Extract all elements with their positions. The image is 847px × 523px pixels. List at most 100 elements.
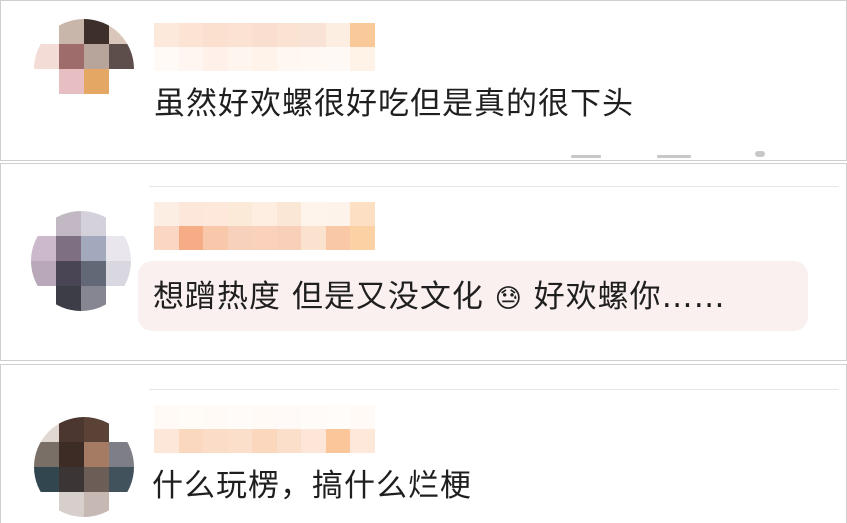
username-pixel [350, 23, 375, 47]
username-pixel [301, 23, 326, 47]
avatar-pixel [109, 19, 134, 44]
username-pixel [203, 23, 228, 47]
username-pixel [227, 429, 252, 453]
avatar-pixel [109, 417, 134, 442]
username-pixel [350, 47, 375, 71]
username-pixel [350, 405, 375, 429]
username-pixel [301, 202, 326, 226]
username-pixel [276, 429, 301, 453]
avatar-pixel [34, 94, 59, 119]
username-pixel [178, 405, 203, 429]
username-pixel [154, 405, 179, 429]
avatar-pixel [59, 442, 84, 467]
username-pixel [252, 202, 277, 226]
avatar-pixel [31, 236, 56, 261]
username-pixel [178, 226, 203, 250]
comment-text: 想蹭热度 但是又没文化 😓 好欢螺你…… [153, 277, 726, 319]
username-pixel [154, 47, 179, 71]
username-pixel [252, 47, 277, 71]
username-pixel [178, 202, 203, 226]
comment-text-tail: 好欢螺你…… [533, 279, 726, 315]
avatar[interactable] [31, 211, 131, 311]
username-pixel [301, 405, 326, 429]
avatar-pixel [106, 286, 131, 311]
username-pixel [154, 202, 179, 226]
avatar[interactable] [34, 417, 134, 517]
avatar-pixel [109, 442, 134, 467]
avatar-pixel [34, 19, 59, 44]
avatar-pixel [109, 69, 134, 94]
username-pixel [227, 202, 252, 226]
username-pixel [252, 226, 277, 250]
reply-icon[interactable] [571, 155, 601, 158]
avatar-pixel [59, 94, 84, 119]
avatar-pixel [81, 236, 106, 261]
username-pixel [350, 429, 375, 453]
username-pixel [203, 47, 228, 71]
username-pixel [350, 226, 375, 250]
username-pixel [203, 429, 228, 453]
avatar-pixel [59, 44, 84, 69]
avatar-pixel [31, 261, 56, 286]
username-pixel [227, 226, 252, 250]
username-pixel [154, 429, 179, 453]
avatar-pixel [109, 467, 134, 492]
avatar-pixel [34, 467, 59, 492]
avatar-pixel [56, 236, 81, 261]
comment-card: 想蹭热度 但是又没文化 😓 好欢螺你…… [0, 163, 847, 361]
avatar-pixel [56, 211, 81, 236]
username-pixel [252, 429, 277, 453]
username-pixel [154, 226, 179, 250]
avatar-pixel [109, 44, 134, 69]
avatar[interactable] [34, 19, 134, 119]
username-pixel [325, 202, 350, 226]
avatar-pixel [59, 492, 84, 517]
avatar-pixel [59, 467, 84, 492]
username-pixel [178, 47, 203, 71]
username-blurred[interactable] [154, 23, 375, 71]
username-pixel [276, 405, 301, 429]
avatar-pixel [109, 94, 134, 119]
username-pixel [178, 23, 203, 47]
avatar-pixel [56, 286, 81, 311]
screenshot-stage: 虽然好欢螺很好吃但是真的很下头 想蹭热度 但是又没文化 😓 好欢螺你…… 什么玩… [0, 0, 847, 523]
comment-card: 虽然好欢螺很好吃但是真的很下头 [0, 0, 847, 161]
divider [149, 389, 839, 390]
avatar-pixel [106, 236, 131, 261]
username-pixel [325, 47, 350, 71]
avatar-pixel [84, 442, 109, 467]
avatar-pixel [31, 286, 56, 311]
avatar-pixel [59, 69, 84, 94]
username-pixel [301, 47, 326, 71]
username-pixel [227, 47, 252, 71]
username-pixel [276, 47, 301, 71]
username-pixel [325, 429, 350, 453]
username-pixel [276, 23, 301, 47]
comment-card: 什么玩楞，搞什么烂梗 [0, 364, 847, 523]
comment-text-body: 什么玩楞，搞什么烂梗 [152, 468, 472, 504]
comment-text: 什么玩楞，搞什么烂梗 [152, 466, 472, 506]
username-pixel [252, 23, 277, 47]
username-blurred[interactable] [154, 202, 375, 250]
avatar-pixel [109, 492, 134, 517]
avatar-pixel [59, 417, 84, 442]
avatar-pixel [31, 211, 56, 236]
like-icon[interactable] [657, 155, 691, 158]
username-pixel [301, 429, 326, 453]
username-pixel [203, 226, 228, 250]
username-pixel [203, 405, 228, 429]
username-pixel [252, 405, 277, 429]
username-pixel [154, 23, 179, 47]
username-pixel [203, 202, 228, 226]
username-pixel [350, 202, 375, 226]
comment-text: 虽然好欢螺很好吃但是真的很下头 [154, 84, 634, 124]
avatar-pixel [84, 19, 109, 44]
avatar-pixel [84, 417, 109, 442]
more-icon[interactable] [755, 151, 765, 157]
avatar-pixel [81, 286, 106, 311]
avatar-pixel [56, 261, 81, 286]
username-pixel [227, 405, 252, 429]
username-pixel [276, 202, 301, 226]
username-pixel [325, 23, 350, 47]
username-blurred[interactable] [154, 405, 375, 453]
